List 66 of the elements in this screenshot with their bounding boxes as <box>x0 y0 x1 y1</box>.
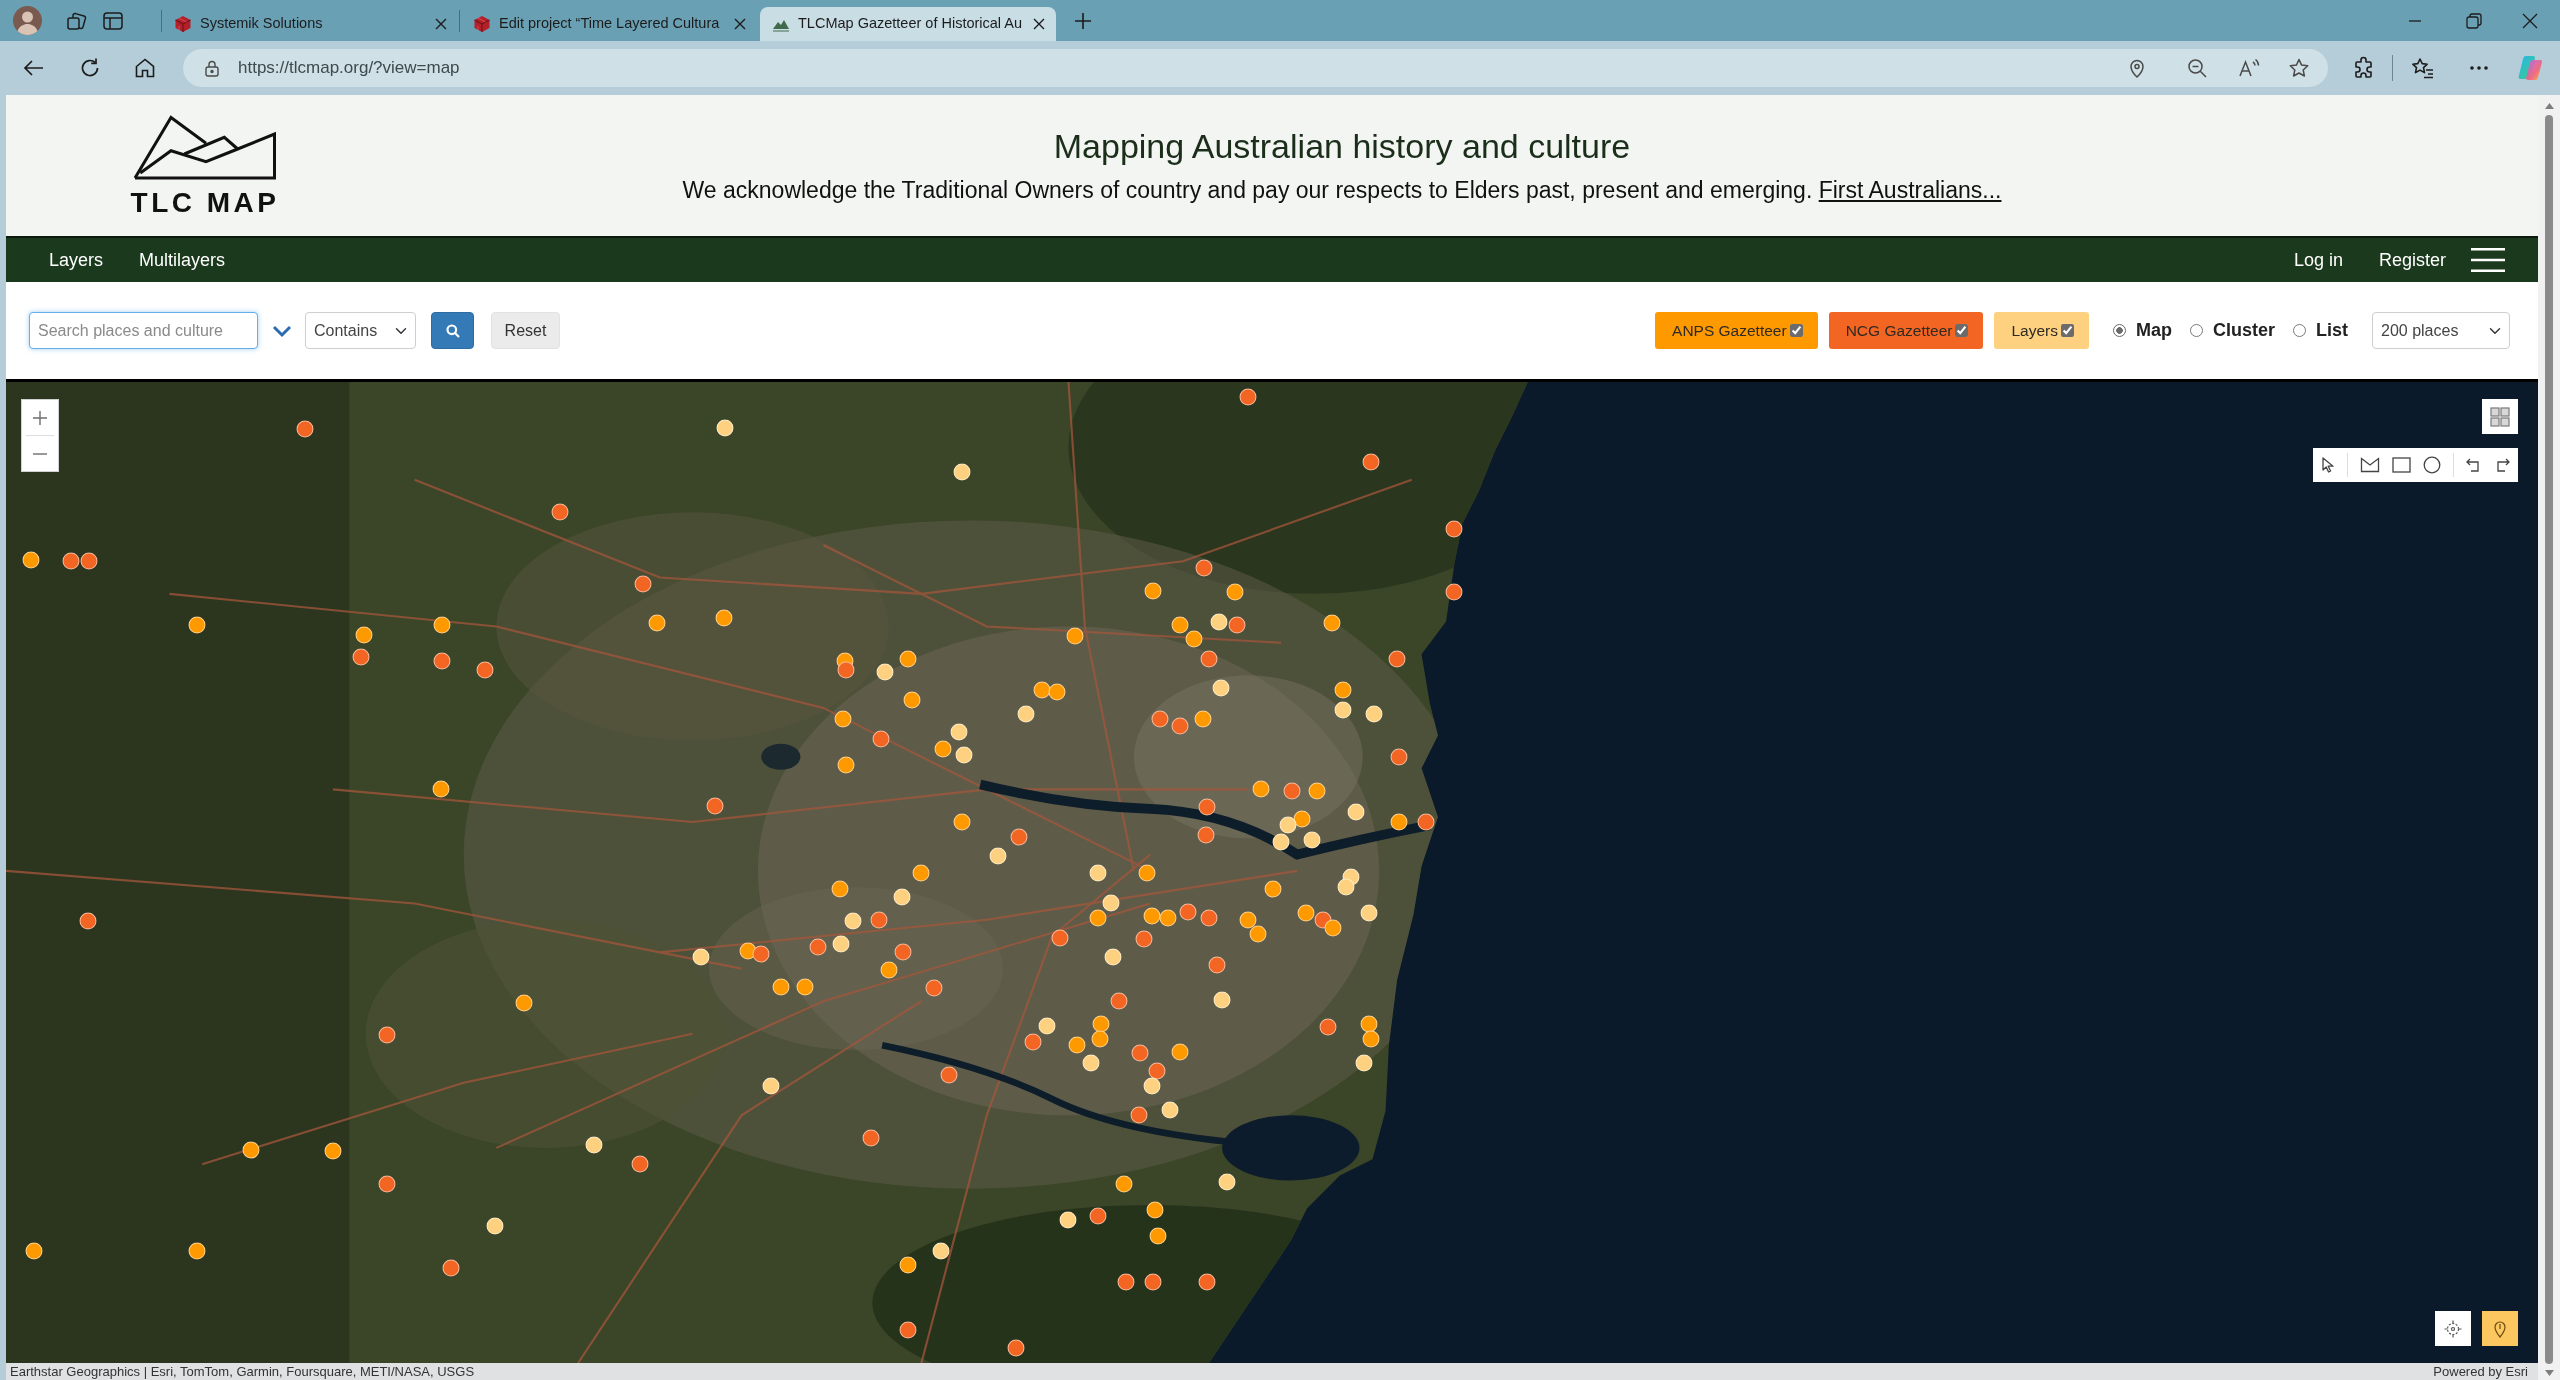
close-icon[interactable] <box>1032 17 1046 31</box>
rectangle-icon[interactable] <box>2392 457 2411 473</box>
grid-button[interactable] <box>2482 399 2518 434</box>
browser-tab[interactable]: TLCMap Gazetteer of Historical Au <box>760 7 1056 41</box>
checkbox[interactable] <box>2060 324 2074 337</box>
reset-button[interactable]: Reset <box>491 312 560 349</box>
browser-tab[interactable]: Edit project “Time Layered Cultura <box>461 7 757 41</box>
nav-link[interactable]: Register <box>2378 246 2446 274</box>
view-option[interactable]: List <box>2293 317 2348 344</box>
scrollbar-thumb[interactable] <box>2545 115 2553 1364</box>
menu-icon[interactable] <box>2471 248 2505 272</box>
view-option[interactable]: Map <box>2112 317 2172 344</box>
browser-tab[interactable]: Systemik Solutions <box>162 7 458 41</box>
results-limit-select[interactable]: 200 places <box>2372 312 2510 349</box>
close-icon[interactable] <box>434 17 448 31</box>
search-field[interactable]: Search places and culture <box>29 312 258 349</box>
read-aloud-icon[interactable] <box>2238 57 2260 79</box>
nav-link[interactable]: Multilayers <box>139 246 226 274</box>
pin-button[interactable] <box>2482 1311 2518 1346</box>
source-toggle[interactable]: ANPS Gazetteer <box>1655 312 1818 349</box>
page-title: Mapping Australian history and culture <box>1052 126 1632 168</box>
profile-avatar-icon[interactable] <box>13 6 42 35</box>
circle-icon[interactable] <box>2423 456 2441 474</box>
radio-button[interactable] <box>2293 324 2306 337</box>
locate-button[interactable] <box>2435 1311 2471 1346</box>
nav-link[interactable]: Layers <box>49 246 104 274</box>
radio-button[interactable] <box>2189 324 2203 337</box>
scroll-down-icon[interactable] <box>2544 1370 2554 1376</box>
scrollbar[interactable] <box>2538 95 2560 1380</box>
map-attribution: Earthstar Geographics | Esri, TomTom, Garmin, Foursquare, METI/NASA, USGS <box>10 1363 475 1380</box>
view-option[interactable]: Cluster <box>2189 317 2275 344</box>
home-icon[interactable] <box>133 56 157 80</box>
favorites-icon[interactable] <box>2411 56 2435 80</box>
esri-credit: Powered by Esri <box>2433 1363 2528 1380</box>
match-type-select[interactable]: Contains <box>305 312 416 349</box>
checkbox[interactable] <box>1789 324 1803 337</box>
grid-icon <box>2490 406 2510 427</box>
mountain-logo-icon[interactable] <box>133 114 277 180</box>
lock-icon[interactable] <box>203 59 221 77</box>
radio-button[interactable] <box>2112 324 2126 337</box>
polygon-icon[interactable] <box>2360 457 2380 473</box>
search-button[interactable] <box>431 312 474 349</box>
scroll-up-icon[interactable] <box>2544 103 2554 109</box>
redo-icon[interactable] <box>2494 458 2510 472</box>
logo-text: TLC MAP <box>130 188 280 217</box>
pointer-icon[interactable] <box>2321 457 2335 473</box>
acknowledgement-link[interactable]: First Australians... <box>1818 177 2002 204</box>
plus-icon <box>32 409 48 426</box>
zoom-out-icon[interactable] <box>2186 57 2208 79</box>
pin-icon <box>2494 1319 2506 1338</box>
source-toggle[interactable]: Layers <box>1994 312 2089 349</box>
nav-link[interactable]: Log in <box>2293 246 2343 274</box>
minus-icon <box>32 452 48 455</box>
cube-favicon-icon <box>473 15 491 33</box>
close-icon[interactable] <box>733 17 747 31</box>
chevron-down-icon[interactable] <box>272 323 292 338</box>
favorite-star-icon[interactable] <box>2288 57 2310 79</box>
tab-actions-icon[interactable] <box>102 9 124 32</box>
undo-icon[interactable] <box>2466 458 2482 472</box>
acknowledgement-text: We acknowledge the Traditional Owners of country and pay our respects to Elders past, present and emerging. First Australians... <box>681 177 2003 205</box>
crosshair-icon <box>2444 1319 2462 1338</box>
search-icon <box>445 323 460 338</box>
source-toggle[interactable]: NCG Gazetteer <box>1828 312 1984 349</box>
address-bar[interactable]: https://tlcmap.org/?view=map <box>183 49 2328 87</box>
checkbox[interactable] <box>1955 324 1969 337</box>
cube-favicon-icon <box>174 15 192 33</box>
